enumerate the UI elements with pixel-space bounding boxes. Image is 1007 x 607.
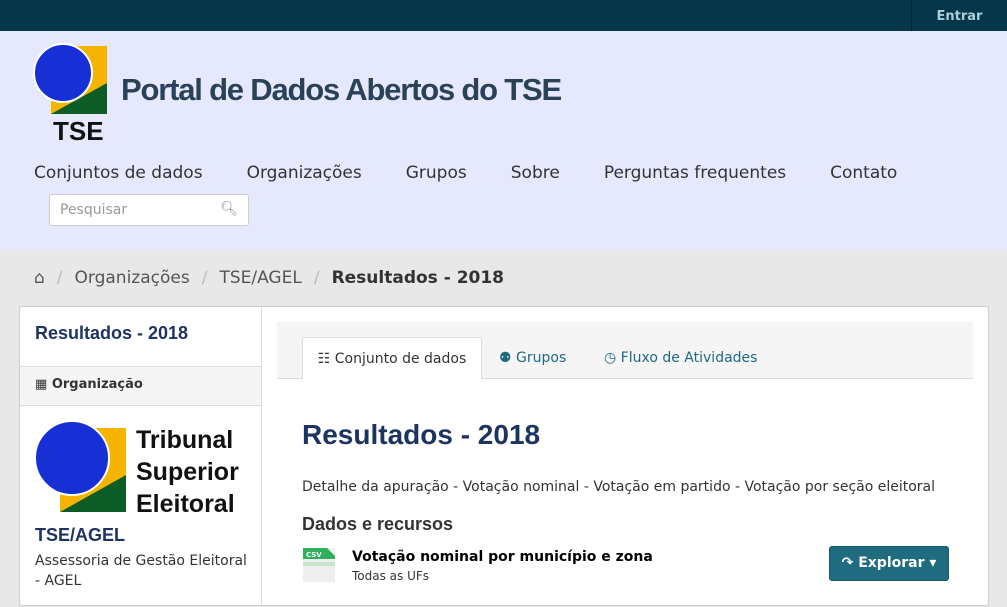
- org-description: Assessoria de Gestão Eleitoral - AGEL: [35, 553, 247, 589]
- nav-about[interactable]: Sobre: [511, 163, 560, 183]
- nav-faq[interactable]: Perguntas frequentes: [604, 163, 786, 183]
- share-icon: ↷: [841, 555, 859, 571]
- tab-dataset[interactable]: ☷ Conjunto de dados: [302, 337, 482, 379]
- resource-description: Todas as UFs: [352, 569, 430, 583]
- svg-text:Tribunal: Tribunal: [136, 426, 233, 454]
- site-title[interactable]: Portal de Dados Abertos do TSE: [121, 72, 562, 108]
- main-nav: Conjuntos de dados Organizações Grupos S…: [34, 163, 941, 183]
- nav-contact[interactable]: Contato: [830, 163, 897, 183]
- sidebar: Resultados - 2018 ▦ Organização Tribunal…: [20, 307, 262, 607]
- explore-button[interactable]: ↷ Explorar ▾: [829, 546, 949, 581]
- home-icon[interactable]: ⌂: [34, 268, 45, 288]
- tab-groups[interactable]: ⚉ Grupos: [499, 337, 566, 379]
- svg-text:Eleitoral: Eleitoral: [136, 490, 235, 517]
- org-heading: ▦ Organização: [20, 366, 261, 406]
- dataset-title: Resultados - 2018: [302, 419, 541, 450]
- caret-down-icon: ▾: [924, 555, 937, 571]
- resource-title[interactable]: Votação nominal por município e zona: [352, 549, 653, 565]
- sidebar-title: Resultados - 2018: [35, 323, 189, 343]
- svg-text:Superior: Superior: [136, 458, 239, 486]
- search-icon[interactable]: 🔍︎: [220, 201, 238, 217]
- svg-text:TSE: TSE: [53, 116, 104, 143]
- nav-organizations[interactable]: Organizações: [247, 163, 362, 183]
- nav-datasets[interactable]: Conjuntos de dados: [34, 163, 203, 183]
- resources-heading: Dados e recursos: [302, 514, 454, 534]
- sitemap-icon: ☷: [317, 351, 335, 367]
- clock-icon: ◷: [604, 350, 621, 366]
- org-name[interactable]: TSE/AGEL: [35, 525, 125, 546]
- dataset-notes: Detalhe da apuração - Votação nominal - …: [302, 479, 936, 495]
- csv-label: CSV: [306, 551, 322, 559]
- search-input[interactable]: Pesquisar 🔍︎: [49, 194, 249, 226]
- tab-bar: ☷ Conjunto de dados ⚉ Grupos ◷ Fluxo de …: [277, 322, 973, 379]
- breadcrumb-current[interactable]: Resultados - 2018: [332, 268, 504, 288]
- breadcrumb-item[interactable]: TSE/AGEL: [219, 268, 301, 288]
- search-placeholder: Pesquisar: [60, 202, 128, 218]
- top-bar: Entrar: [0, 0, 1007, 31]
- users-icon: ⚉: [499, 350, 517, 366]
- tse-logo[interactable]: TSE: [33, 41, 109, 143]
- tab-activity[interactable]: ◷ Fluxo de Atividades: [604, 337, 757, 379]
- building-icon: ▦: [35, 377, 52, 392]
- org-logo[interactable]: Tribunal Superior Eleitoral: [35, 421, 250, 517]
- login-link[interactable]: Entrar: [911, 0, 1007, 31]
- nav-groups[interactable]: Grupos: [406, 163, 467, 183]
- csv-file-icon: CSV: [303, 548, 335, 582]
- breadcrumb-item[interactable]: Organizações: [75, 268, 190, 288]
- main-panel: Resultados - 2018 ▦ Organização Tribunal…: [19, 306, 989, 607]
- breadcrumb: ⌂ / Organizações / TSE/AGEL / Resultados - …: [34, 268, 505, 288]
